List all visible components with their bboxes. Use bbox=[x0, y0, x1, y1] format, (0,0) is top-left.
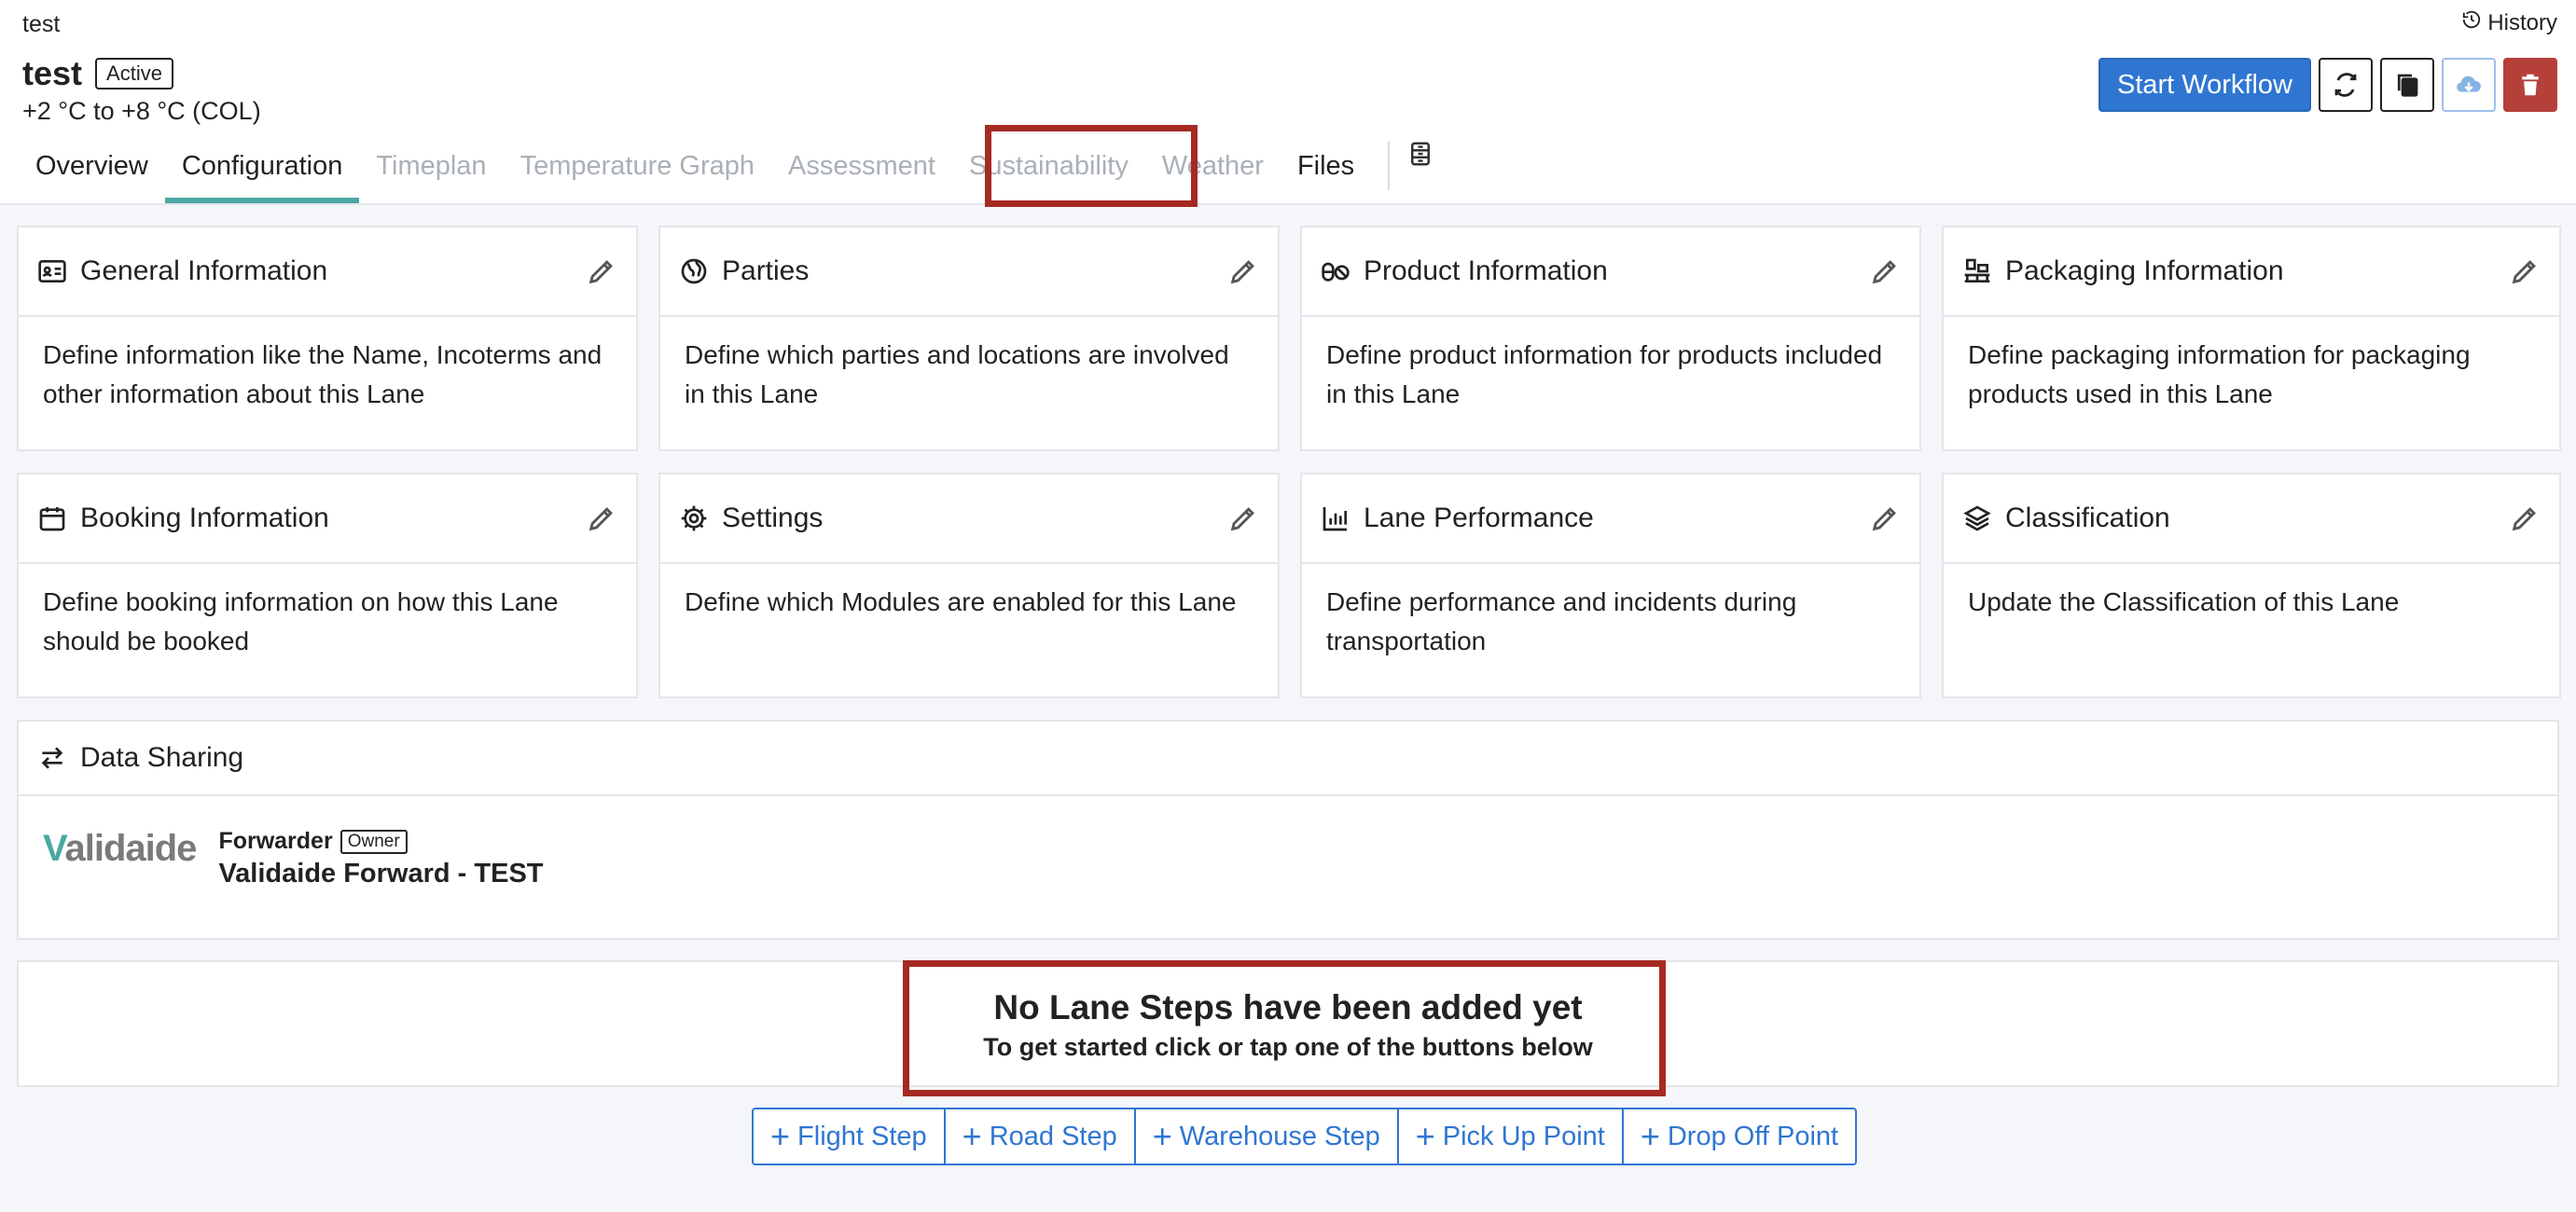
card-parties[interactable]: Parties Define which parties and locatio… bbox=[658, 226, 1280, 451]
calendar-icon bbox=[37, 503, 67, 533]
temperature-range: +2 °C to +8 °C (COL) bbox=[22, 97, 261, 125]
exchange-icon bbox=[37, 743, 67, 773]
breadcrumb[interactable]: test bbox=[22, 11, 60, 38]
validaide-logo: Validaide bbox=[43, 828, 197, 869]
pallet-icon bbox=[1962, 256, 1992, 286]
organization-name: Validaide Forward - TEST bbox=[218, 859, 544, 888]
tab-temperature-graph[interactable]: Temperature Graph bbox=[504, 140, 771, 203]
add-pick-up-point-button[interactable]: + Pick Up Point bbox=[1396, 1108, 1624, 1165]
add-flight-step-button[interactable]: + Flight Step bbox=[752, 1108, 946, 1165]
card-lane-performance[interactable]: Lane Performance Define performance and … bbox=[1300, 473, 1921, 698]
pencil-icon[interactable] bbox=[2509, 503, 2541, 534]
card-description: Define product information for products … bbox=[1326, 340, 1883, 408]
organization-info: Forwarder Owner Validaide Forward - TEST bbox=[218, 828, 543, 889]
card-title: Classification bbox=[2005, 503, 2170, 533]
cloud-download-icon bbox=[2457, 76, 2481, 92]
tab-overview[interactable]: Overview bbox=[19, 140, 165, 203]
pencil-icon[interactable] bbox=[586, 255, 617, 287]
card-title: Packaging Information bbox=[2005, 255, 2284, 286]
pencil-icon[interactable] bbox=[1227, 255, 1259, 287]
history-link[interactable]: History bbox=[2461, 9, 2557, 36]
card-title: Product Information bbox=[1364, 255, 1608, 286]
sustainability-highlight bbox=[985, 125, 1198, 207]
delete-button[interactable] bbox=[2503, 58, 2557, 112]
lane-header: test History test Active +2 °C to +8 °C … bbox=[0, 0, 2576, 205]
copy-button[interactable] bbox=[2380, 58, 2434, 112]
card-title: Lane Performance bbox=[1364, 503, 1594, 533]
gear-icon bbox=[679, 503, 709, 533]
status-badge: Active bbox=[95, 58, 173, 90]
add-drop-off-point-button[interactable]: + Drop Off Point bbox=[1621, 1108, 1858, 1165]
tab-configuration[interactable]: Configuration bbox=[164, 140, 360, 203]
add-road-step-button[interactable]: + Road Step bbox=[943, 1108, 1136, 1165]
tab-bar: Overview Configuration Timeplan Temperat… bbox=[19, 140, 1434, 203]
pills-icon bbox=[1321, 256, 1350, 286]
card-classification[interactable]: Classification Update the Classification… bbox=[1942, 473, 2561, 698]
card-title: Booking Information bbox=[80, 503, 329, 533]
card-product-information[interactable]: Product Information Define product infor… bbox=[1300, 226, 1921, 451]
data-sharing-title: Data Sharing bbox=[80, 742, 244, 773]
start-workflow-button[interactable]: Start Workflow bbox=[2098, 58, 2311, 112]
card-description: Define performance and incidents during … bbox=[1326, 587, 1797, 655]
tab-divider bbox=[1388, 142, 1391, 190]
plus-icon: + bbox=[1415, 1117, 1435, 1155]
card-booking-information[interactable]: Booking Information Define booking infor… bbox=[17, 473, 638, 698]
pencil-icon[interactable] bbox=[586, 503, 617, 534]
history-label: History bbox=[2487, 9, 2557, 35]
title-row: test Active bbox=[22, 54, 173, 93]
archive-icon bbox=[1411, 142, 1431, 166]
refresh-button[interactable] bbox=[2319, 58, 2373, 112]
header-actions: Start Workflow bbox=[2098, 58, 2557, 112]
card-title: Settings bbox=[722, 503, 824, 533]
card-description: Define which parties and locations are i… bbox=[685, 340, 1229, 408]
card-packaging-information[interactable]: Packaging Information Define packaging i… bbox=[1942, 226, 2561, 451]
tab-assessment[interactable]: Assessment bbox=[771, 140, 952, 203]
card-title: Parties bbox=[722, 255, 810, 286]
id-card-icon bbox=[37, 256, 67, 286]
pencil-icon[interactable] bbox=[2509, 255, 2541, 287]
history-icon bbox=[2461, 9, 2482, 36]
organization-role: Forwarder bbox=[218, 828, 333, 854]
pencil-icon[interactable] bbox=[1869, 255, 1901, 287]
card-description: Update the Classification of this Lane bbox=[1968, 587, 2400, 616]
copy-icon bbox=[2397, 74, 2418, 97]
plus-icon: + bbox=[962, 1117, 982, 1155]
tab-files[interactable]: Files bbox=[1281, 140, 1371, 203]
plus-icon: + bbox=[1152, 1117, 1172, 1155]
pencil-icon[interactable] bbox=[1869, 503, 1901, 534]
app-root: test History test Active +2 °C to +8 °C … bbox=[0, 0, 2576, 1212]
tab-archive[interactable] bbox=[1406, 129, 1434, 203]
add-step-button-group: + Flight Step + Road Step + Warehouse Step … bbox=[752, 1108, 1858, 1165]
download-button[interactable] bbox=[2442, 58, 2496, 112]
card-general-information[interactable]: General Information Define information l… bbox=[17, 226, 638, 451]
card-title: General Information bbox=[80, 255, 328, 286]
empty-state-highlight bbox=[903, 960, 1666, 1096]
card-description: Define booking information on how this L… bbox=[43, 587, 559, 655]
card-description: Define information like the Name, Incote… bbox=[43, 340, 602, 408]
refresh-icon bbox=[2334, 73, 2357, 97]
trash-icon bbox=[2522, 74, 2539, 96]
chart-icon bbox=[1321, 503, 1350, 533]
globe-icon bbox=[679, 256, 709, 286]
plus-icon: + bbox=[770, 1117, 791, 1155]
card-description: Define which Modules are enabled for thi… bbox=[685, 587, 1237, 616]
add-warehouse-step-button[interactable]: + Warehouse Step bbox=[1133, 1108, 1399, 1165]
layers-icon bbox=[1962, 503, 1992, 533]
data-sharing-entry: Validaide Forwarder Owner Validaide Forw… bbox=[19, 796, 2557, 921]
data-sharing-panel: Data Sharing Validaide Forwarder Owner V… bbox=[17, 720, 2559, 940]
tab-timeplan[interactable]: Timeplan bbox=[359, 140, 503, 203]
owner-badge: Owner bbox=[339, 829, 408, 854]
page-title: test bbox=[22, 54, 83, 92]
card-settings[interactable]: Settings Define which Modules are enable… bbox=[658, 473, 1280, 698]
card-description: Define packaging information for packagi… bbox=[1968, 340, 2471, 408]
pencil-icon[interactable] bbox=[1227, 503, 1259, 534]
plus-icon: + bbox=[1640, 1117, 1660, 1155]
